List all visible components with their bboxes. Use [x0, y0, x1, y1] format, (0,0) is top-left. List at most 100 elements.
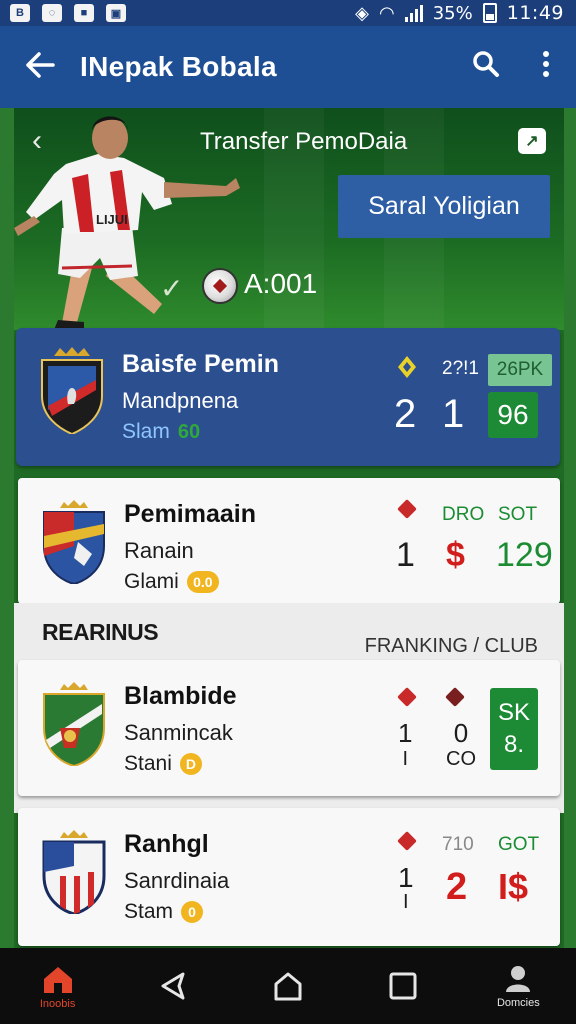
club-badge: 60: [177, 420, 201, 443]
club-badge: D: [179, 753, 202, 775]
hero-cta-button[interactable]: Saral Yoligian: [338, 175, 550, 238]
diamond-icon: [445, 687, 465, 709]
stat-value: 0 CO: [446, 720, 476, 772]
section-title: REARINUS: [42, 619, 159, 645]
stat-value: $: [446, 536, 465, 574]
club-subtitle: Ranain: [124, 538, 194, 563]
home-icon: [43, 966, 72, 993]
stat-value: 129: [496, 536, 553, 574]
diamond-icon: [397, 831, 417, 853]
stat-value-line: 0: [453, 718, 469, 748]
club-card[interactable]: Pemimaain Ranain Glami 0.0 DRO SOT 1 $ 1…: [18, 478, 560, 604]
stat-value-line: I: [403, 891, 409, 913]
stat-value-line: 1: [398, 718, 413, 748]
nav-home-label: Inoobis: [39, 997, 76, 1010]
stat-value: 96: [488, 392, 538, 438]
svg-text:LIJUI: LIJUI: [96, 212, 128, 227]
notification-icon: B: [10, 4, 30, 22]
search-icon[interactable]: [456, 50, 516, 85]
bottom-nav: Inoobis Domcies: [0, 948, 576, 1024]
club-name: Ranhgl: [124, 830, 209, 858]
club-subtitle: Sanrdinaia: [124, 868, 230, 893]
stat-value: 1 I: [398, 720, 412, 772]
hero-banner[interactable]: LIJUI ‹ Transfer PemoDaia ↗ Saral Yoligi…: [14, 108, 564, 330]
stat-value: 2: [394, 392, 417, 436]
nav-recents[interactable]: [358, 971, 448, 1001]
clock: 11:49: [506, 2, 564, 24]
notification-icon: ▣: [106, 4, 126, 22]
pitch-edge: [564, 108, 576, 948]
app-title: INepak Bobala: [80, 51, 277, 82]
club-badge: 0.0: [186, 571, 219, 593]
diamond-icon: [398, 356, 416, 378]
nav-profile-label: Domcies: [496, 996, 540, 1009]
club-crest-icon: [43, 682, 105, 766]
stat-value: 2: [446, 866, 468, 908]
back-nav-icon: [161, 972, 185, 1000]
chevron-left-icon[interactable]: ‹: [32, 124, 42, 158]
nav-home[interactable]: Inoobis: [13, 963, 103, 1010]
pitch-edge: [0, 108, 14, 948]
club-card[interactable]: Ranhgl Sanrdinaia Stam 0 710 GOT 1 I 2 I…: [18, 808, 560, 946]
stat-value: 1: [396, 536, 415, 574]
status-icons-left: B ◌ ■ ▣: [10, 4, 126, 22]
nav-home-outline[interactable]: [243, 970, 333, 1002]
share-icon[interactable]: ↗: [518, 128, 546, 154]
club-card[interactable]: Blambide Sanmincak Stani D 1 I 0 CO SK 8…: [18, 660, 560, 796]
back-arrow-icon[interactable]: [0, 50, 80, 84]
club-meta-label: Stani: [124, 752, 172, 775]
stat-value: I$: [498, 866, 529, 907]
club-name: Baisfe Pemin: [122, 350, 280, 378]
club-subtitle: Sanmincak: [124, 720, 233, 745]
stat-col-1: [396, 354, 418, 385]
ball-icon: [202, 268, 238, 304]
battery-percent: 35%: [432, 2, 473, 24]
club-meta-label: Stam: [124, 900, 174, 923]
stat-value-line: 8.: [503, 731, 524, 758]
square-icon: [389, 972, 417, 1000]
stat-value-line: CO: [446, 748, 476, 770]
club-name: Blambide: [124, 682, 237, 710]
stat-header: GOT: [498, 834, 540, 855]
club-meta-label: Slam: [122, 420, 170, 443]
club-meta-label: Glami: [124, 570, 179, 593]
stat-header: 26PK: [488, 354, 552, 386]
club-meta: Stani D: [124, 752, 202, 776]
stat-header: DRO: [442, 504, 485, 525]
wifi-icon: ◠: [379, 2, 395, 24]
stat-header: 710: [442, 834, 474, 855]
app-bar: INepak Bobala: [0, 26, 576, 108]
stat-value-line: SK: [497, 699, 530, 726]
club-meta: Glami 0.0: [124, 570, 219, 594]
stat-header: 2?!1: [442, 358, 479, 379]
stat-value: SK 8.: [490, 688, 538, 770]
nav-profile[interactable]: Domcies: [473, 964, 563, 1009]
signal-icon: [404, 4, 423, 22]
battery-icon: [482, 3, 497, 23]
club-crest-icon: [42, 830, 106, 914]
profile-icon: [506, 965, 531, 992]
stat-value: 1 I: [398, 862, 414, 914]
check-icon: ✓: [160, 273, 184, 304]
club-name: Pemimaain: [124, 500, 257, 528]
diamond-icon: [397, 687, 417, 709]
status-bar: B ◌ ■ ▣ ◈ ◠ 35% 11:49: [0, 0, 576, 26]
hero-score: A:001: [244, 268, 318, 299]
stat-value: 1: [442, 392, 465, 436]
hero-title: Transfer PemoDaia: [200, 128, 408, 155]
club-card[interactable]: Baisfe Pemin Mandpnena Slam 60 2?!1 26PK…: [16, 328, 560, 466]
section-filter[interactable]: FRANKING / CLUB: [365, 635, 538, 658]
more-vert-icon[interactable]: [516, 50, 576, 85]
club-crest-icon: [43, 500, 105, 584]
stat-header: SOT: [498, 504, 538, 525]
club-meta: Stam 0: [124, 900, 204, 924]
house-outline-icon: [274, 972, 302, 1001]
notification-icon: ◌: [42, 4, 62, 22]
nav-back[interactable]: [128, 970, 218, 1002]
club-badge: 0: [181, 901, 204, 923]
club-meta: Slam 60: [122, 420, 200, 444]
diamond-icon: [397, 499, 417, 521]
location-icon: ◈: [355, 2, 369, 24]
stat-value-line: 1: [398, 862, 414, 893]
club-subtitle: Mandpnena: [122, 388, 239, 413]
